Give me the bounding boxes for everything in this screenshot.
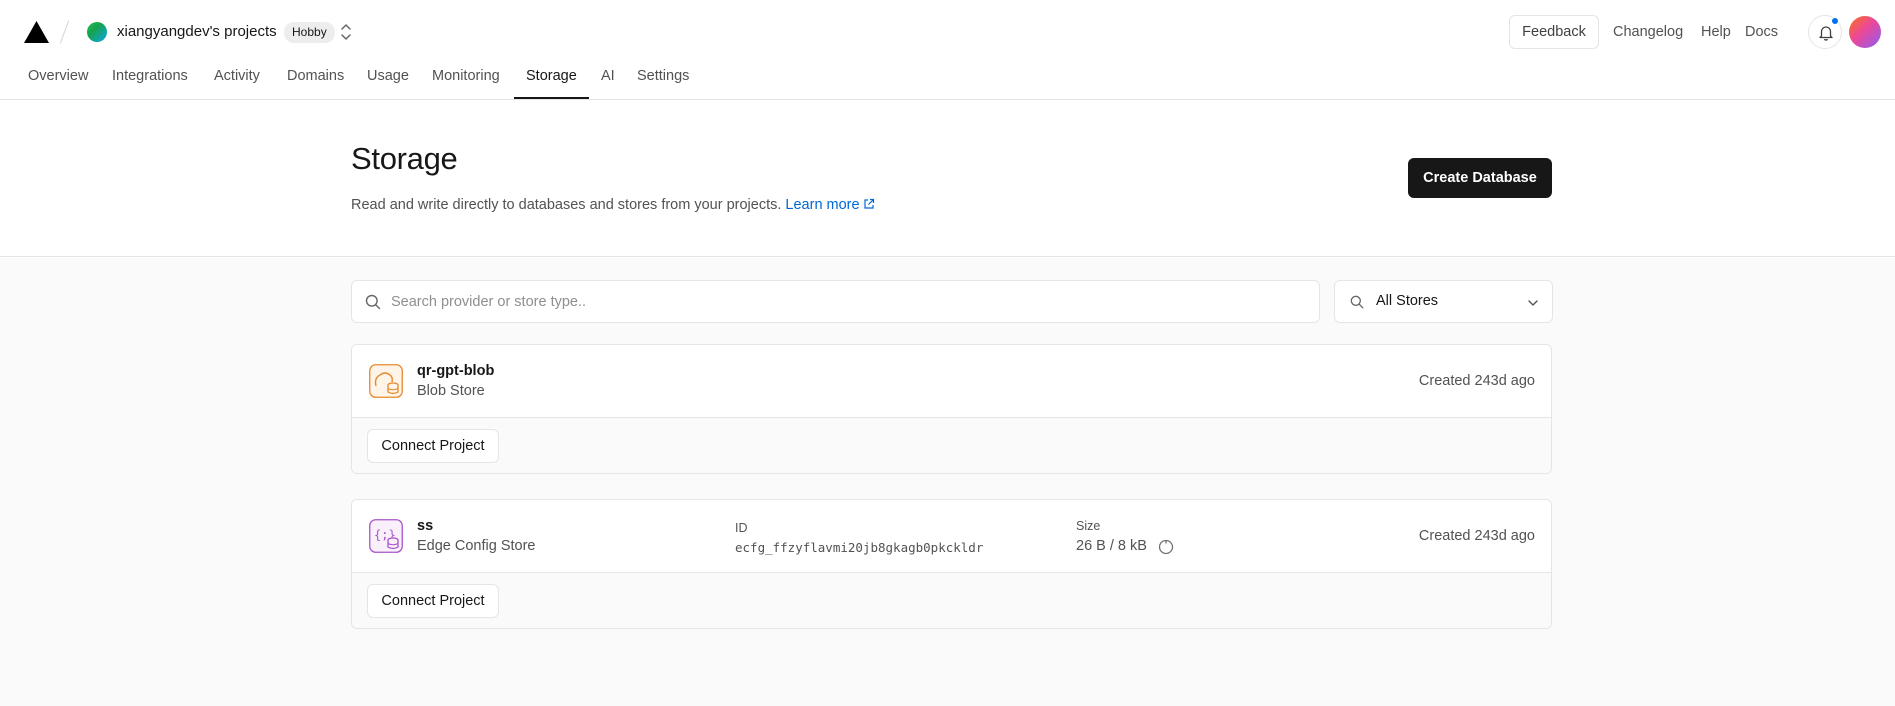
learn-more-label: Learn more xyxy=(785,197,860,213)
team-avatar[interactable] xyxy=(87,22,107,42)
plan-badge: Hobby xyxy=(284,22,335,43)
notification-dot xyxy=(1831,17,1839,25)
page-title: Storage xyxy=(351,141,458,176)
blob-store-icon xyxy=(369,364,403,398)
store-size-label: Size xyxy=(1076,519,1101,533)
store-card-header: {;} ss Edge Config Store ID ecfg_ffzyfla… xyxy=(352,500,1551,573)
tab-storage[interactable]: Storage xyxy=(526,64,577,100)
bell-icon xyxy=(1819,26,1833,41)
tab-settings[interactable]: Settings xyxy=(637,64,689,100)
project-tabs: Overview Integrations Activity Domains U… xyxy=(0,64,1895,100)
store-created: Created 243d ago xyxy=(1418,528,1535,544)
connect-project-button[interactable]: Connect Project xyxy=(367,584,499,618)
feedback-button[interactable]: Feedback xyxy=(1509,15,1599,49)
store-card-footer: Connect Project xyxy=(352,418,1551,473)
store-name[interactable]: ss xyxy=(417,518,433,534)
store-card-ss[interactable]: {;} ss Edge Config Store ID ecfg_ffzyfla… xyxy=(351,499,1552,629)
tab-ai[interactable]: AI xyxy=(601,64,615,100)
store-card-header: qr-gpt-blob Blob Store Created 243d ago xyxy=(352,345,1551,418)
top-header: xiangyangdev's projects Hobby Feedback C… xyxy=(0,0,1895,64)
edge-config-icon: {;} xyxy=(369,519,403,553)
tab-monitoring[interactable]: Monitoring xyxy=(432,64,500,100)
active-tab-indicator xyxy=(514,97,589,99)
learn-more-link[interactable]: Learn more xyxy=(785,197,874,213)
help-link[interactable]: Help xyxy=(1701,24,1731,40)
vercel-logo-icon[interactable] xyxy=(24,21,49,43)
team-name[interactable]: xiangyangdev's projects xyxy=(117,23,277,40)
external-link-icon xyxy=(863,198,874,209)
store-filter-select[interactable]: All Stores xyxy=(1334,280,1553,323)
chevron-down-icon xyxy=(1528,300,1538,306)
store-card-qr-gpt-blob[interactable]: qr-gpt-blob Blob Store Created 243d ago … xyxy=(351,344,1552,474)
tab-usage[interactable]: Usage xyxy=(367,64,409,100)
create-database-button[interactable]: Create Database xyxy=(1408,158,1552,198)
page-description: Read and write directly to databases and… xyxy=(351,197,875,213)
storage-content: All Stores qr-gpt-blob Blob Store Create… xyxy=(0,258,1895,706)
store-type: Blob Store xyxy=(417,383,485,399)
search-input[interactable] xyxy=(391,282,1291,321)
search-box[interactable] xyxy=(351,280,1320,323)
tab-overview[interactable]: Overview xyxy=(28,64,88,100)
tab-activity[interactable]: Activity xyxy=(214,64,260,100)
store-type: Edge Config Store xyxy=(417,538,536,554)
breadcrumb-separator xyxy=(59,20,70,44)
page-description-text: Read and write directly to databases and… xyxy=(351,197,782,213)
usage-ring-icon xyxy=(1158,539,1174,555)
store-id-value: ecfg_ffzyflavmi20jb8gkagb0pkckldr xyxy=(735,540,984,555)
page-header: Storage Read and write directly to datab… xyxy=(0,100,1895,257)
connect-project-button[interactable]: Connect Project xyxy=(367,429,499,463)
user-avatar[interactable] xyxy=(1849,16,1881,48)
store-id-label: ID xyxy=(735,521,748,535)
search-icon xyxy=(365,294,381,310)
store-size-value: 26 B / 8 kB xyxy=(1076,538,1147,554)
store-card-footer: Connect Project xyxy=(352,573,1551,628)
tab-integrations[interactable]: Integrations xyxy=(112,64,188,100)
store-name[interactable]: qr-gpt-blob xyxy=(417,363,494,379)
docs-link[interactable]: Docs xyxy=(1745,24,1778,40)
team-switcher-icon[interactable] xyxy=(336,20,356,44)
store-filter-value: All Stores xyxy=(1376,293,1439,309)
store-created: Created 243d ago xyxy=(1418,373,1535,389)
filter-search-icon xyxy=(1350,295,1364,309)
tab-domains[interactable]: Domains xyxy=(287,64,344,100)
changelog-link[interactable]: Changelog xyxy=(1613,24,1683,40)
